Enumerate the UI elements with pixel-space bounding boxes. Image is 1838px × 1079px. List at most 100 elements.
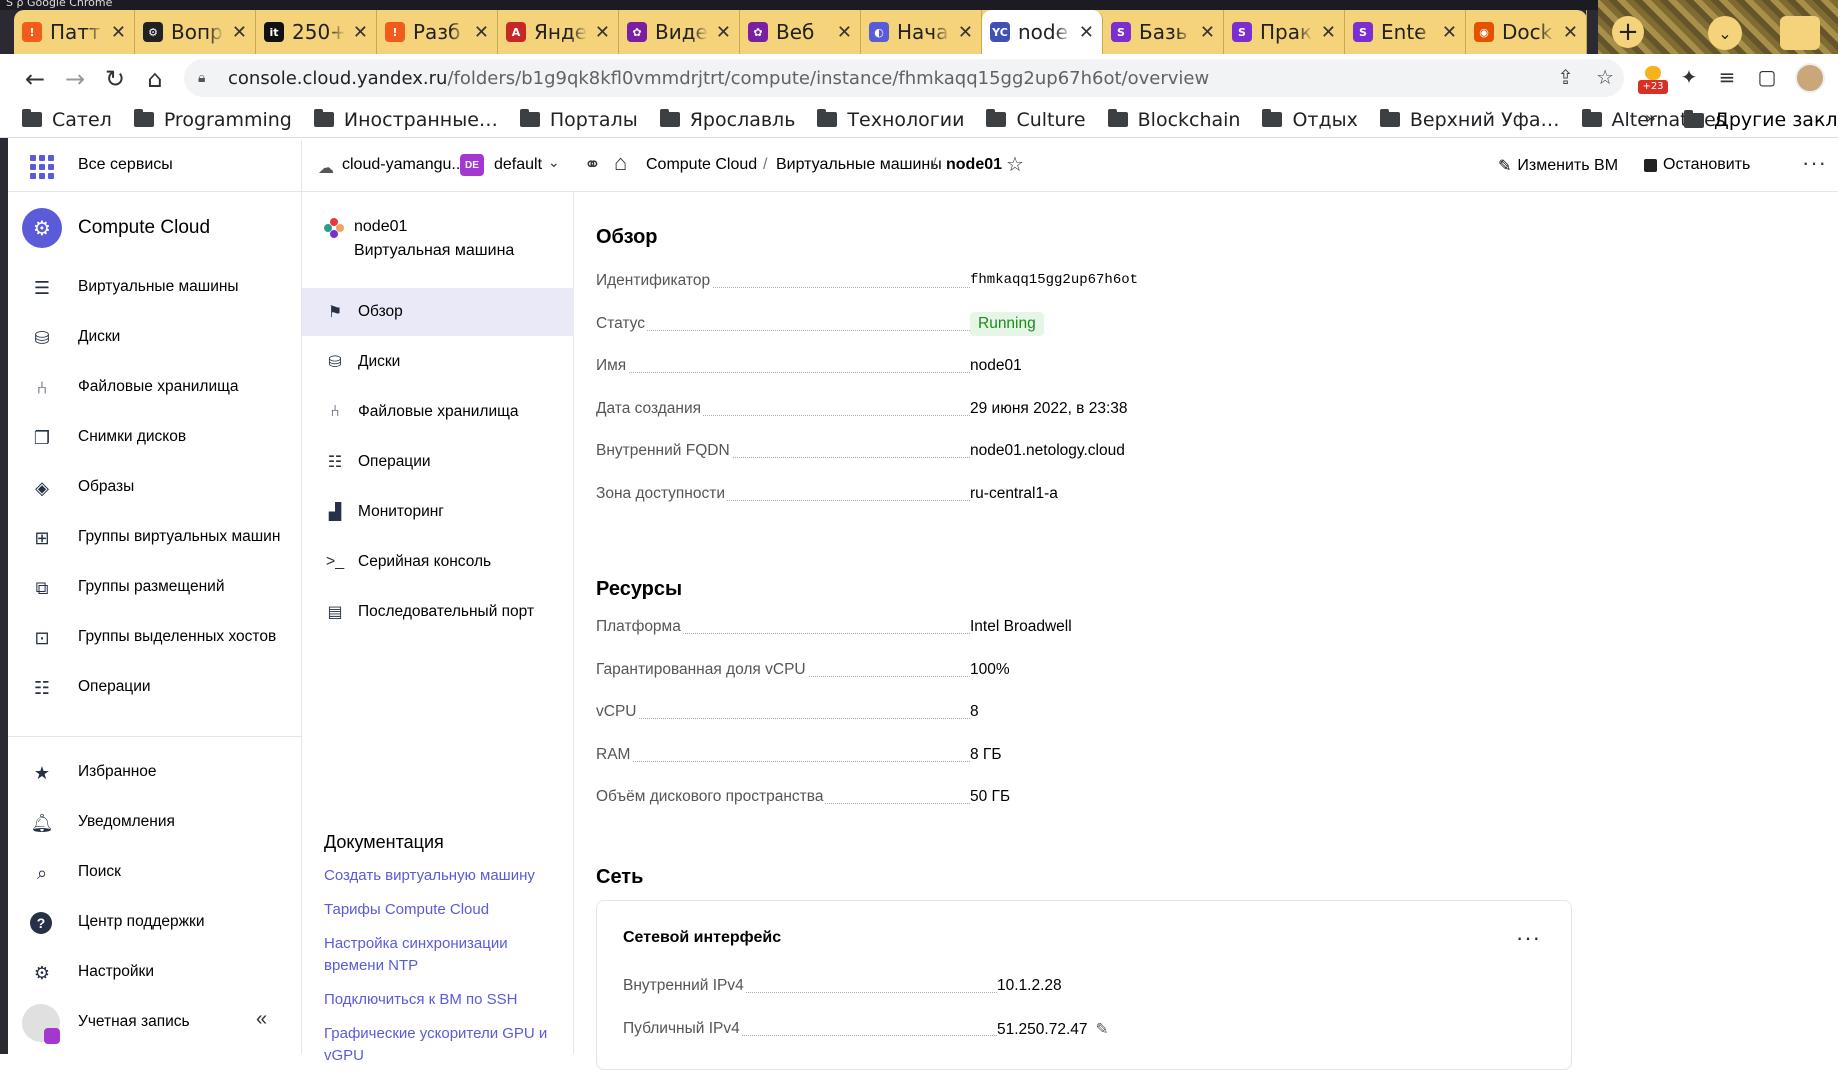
sidebar-item[interactable]: ☰ Виртуальные машины xyxy=(8,265,302,311)
documentation-link[interactable]: Подключиться к ВМ по SSH xyxy=(324,989,564,1011)
tab-close-icon[interactable]: ✕ xyxy=(474,22,489,43)
sidebar-item[interactable]: ⛁ Диски xyxy=(8,315,302,361)
new-tab-button[interactable]: + xyxy=(1612,16,1644,48)
folder-badge: DE xyxy=(460,154,484,176)
sidebar-bottom-item[interactable]: ★ Избранное xyxy=(8,750,302,796)
browser-tab[interactable]: ! Разб ✕ xyxy=(377,10,498,54)
browser-tab[interactable]: S Базь ✕ xyxy=(1103,10,1224,54)
tab-close-icon[interactable]: ✕ xyxy=(716,22,731,43)
chevron-down-icon[interactable]: ⌄ xyxy=(548,154,560,171)
media-control-icon[interactable]: ≡ xyxy=(1712,62,1742,92)
network-interface-title: Сетевой интерфейс xyxy=(623,929,782,946)
bookmark-folder[interactable]: Порталы xyxy=(519,109,638,131)
folder-selector[interactable]: default xyxy=(494,156,542,174)
documentation-link[interactable]: Тарифы Compute Cloud xyxy=(324,899,564,921)
browser-tab[interactable]: ! Патт ✕ xyxy=(14,10,135,54)
browser-tab[interactable]: ◉ Dock ✕ xyxy=(1466,10,1587,54)
tab-close-icon[interactable]: ✕ xyxy=(595,22,610,43)
sidebar-item[interactable]: ⊡ Группы выделенных хостов xyxy=(8,615,302,661)
collapse-sidebar-icon[interactable]: « xyxy=(256,1008,267,1031)
home-icon[interactable]: ⌂ xyxy=(614,150,627,176)
tab-close-icon[interactable]: ✕ xyxy=(1200,22,1215,43)
tab-close-icon[interactable]: ✕ xyxy=(1563,22,1578,43)
sidebar-item[interactable]: ☷ Операции xyxy=(8,665,302,711)
edit-vm-button[interactable]: ✎ Изменить ВМ xyxy=(1498,156,1618,176)
vm-tab-1[interactable]: ⚑ Обзор xyxy=(302,288,574,336)
bookmark-folder[interactable]: Отдых xyxy=(1262,109,1358,131)
browser-tab[interactable]: ◐ Нача ✕ xyxy=(861,10,982,54)
bookmark-folder[interactable]: Programming xyxy=(133,109,292,131)
side-panel-icon[interactable]: ▢ xyxy=(1752,62,1782,92)
documentation-link[interactable]: Графические ускорители GPU и vGPU xyxy=(324,1023,564,1067)
bookmark-folder[interactable]: Culture xyxy=(986,109,1086,131)
back-icon[interactable]: ← xyxy=(18,62,52,96)
vm-tab-6[interactable]: >_ Серийная консоль xyxy=(302,538,574,586)
reload-icon[interactable]: ↻ xyxy=(98,62,132,96)
browser-tab[interactable]: ⚙ Вопр ✕ xyxy=(135,10,256,54)
documentation-link[interactable]: Создать виртуальную машину xyxy=(324,865,564,887)
profile-avatar[interactable] xyxy=(1795,63,1825,93)
vm-tab-4[interactable]: ☷ Операции xyxy=(302,438,574,486)
breadcrumb-compute-cloud[interactable]: Compute Cloud xyxy=(646,156,757,174)
tab-search-button[interactable]: ⌄ xyxy=(1708,16,1742,50)
sidebar-bottom-item[interactable]: ⚙ Настройки xyxy=(8,950,302,996)
sidebar-bottom-item[interactable]: 🔔︎ Уведомления xyxy=(8,800,302,846)
bookmark-folder[interactable]: Blockchain xyxy=(1107,109,1240,131)
cloud-selector[interactable]: cloud-yamangu... xyxy=(342,156,465,174)
sidebar-item[interactable]: ⧉ Группы размещений xyxy=(8,565,302,611)
share-icon[interactable]: ⇪ xyxy=(1557,65,1574,89)
tab-close-icon[interactable]: ✕ xyxy=(1442,22,1457,43)
sidebar-item[interactable]: ⑃ Файловые хранилища xyxy=(8,365,302,411)
tab-close-icon[interactable]: ✕ xyxy=(111,22,126,43)
browser-tab[interactable]: YC node ✕ xyxy=(982,10,1103,54)
extension-weather-icon[interactable]: +23 xyxy=(1638,66,1668,94)
network-interface-menu-button[interactable]: ··· xyxy=(1516,925,1541,951)
favorite-star-icon[interactable]: ☆ xyxy=(1006,152,1024,177)
bookmark-folder[interactable]: Технологии xyxy=(817,109,964,131)
sidebar-item[interactable]: ◈ Образы xyxy=(8,465,302,511)
service-title[interactable]: ⚙ Compute Cloud xyxy=(22,206,210,250)
sidebar-item[interactable]: ❐ Снимки дисков xyxy=(8,415,302,461)
browser-tab[interactable]: ✿ Виде ✕ xyxy=(619,10,740,54)
bookmark-label: Другие заклад xyxy=(1714,109,1838,131)
bookmarks-overflow-button[interactable]: » xyxy=(1645,108,1656,129)
more-actions-button[interactable]: ··· xyxy=(1802,150,1827,176)
browser-tab[interactable]: it 250+ ✕ xyxy=(256,10,377,54)
sidebar-bottom-item[interactable]: ⌕ Поиск xyxy=(8,850,302,896)
browser-tab[interactable]: S Прак ✕ xyxy=(1224,10,1345,54)
address-bar[interactable]: 🔒︎ console.cloud.yandex.ru/folders/b1g9q… xyxy=(184,59,1624,97)
bookmark-folder[interactable]: Иностранные… xyxy=(313,109,498,131)
tab-close-icon[interactable]: ✕ xyxy=(1079,22,1094,43)
tab-close-icon[interactable]: ✕ xyxy=(1321,22,1336,43)
vm-tab-7[interactable]: ▤ Последовательный порт xyxy=(302,588,574,636)
tab-close-icon[interactable]: ✕ xyxy=(958,22,973,43)
home-icon[interactable]: ⌂ xyxy=(138,62,172,96)
tab-close-icon[interactable]: ✕ xyxy=(837,22,852,43)
forward-icon[interactable]: → xyxy=(58,62,92,96)
browser-tab[interactable]: A Янде ✕ xyxy=(498,10,619,54)
bookmark-other-folder[interactable]: Другие заклад xyxy=(1684,102,1838,138)
stop-vm-button[interactable]: Остановить xyxy=(1644,156,1750,174)
tab-title: Вопр xyxy=(171,20,223,44)
field-key: Публичный IPv4 xyxy=(623,1019,742,1038)
bookmark-folder[interactable]: Верхний Уфа… xyxy=(1379,109,1560,131)
documentation-link[interactable]: Настройка синхронизации времени NTP xyxy=(324,933,564,977)
bookmark-star-icon[interactable]: ☆ xyxy=(1596,65,1614,89)
vm-tab-5[interactable]: ▟ Мониторинг xyxy=(302,488,574,536)
breadcrumb-virtual-machines[interactable]: Виртуальные машины xyxy=(776,156,942,174)
pencil-icon[interactable]: ✎ xyxy=(1096,1021,1109,1038)
all-services-button[interactable]: Все сервисы xyxy=(8,140,302,192)
resource-hub-icon[interactable]: ⚭ xyxy=(584,152,601,177)
tab-close-icon[interactable]: ✕ xyxy=(353,22,368,43)
tab-close-icon[interactable]: ✕ xyxy=(232,22,247,43)
vm-tab-2[interactable]: ⛁ Диски xyxy=(302,338,574,386)
extensions-puzzle-icon[interactable]: ✦ xyxy=(1674,62,1704,92)
sidebar-item[interactable]: ⊞ Группы виртуальных машин xyxy=(8,515,302,561)
browser-tab[interactable]: ✿ Веб ✕ xyxy=(740,10,861,54)
bookmark-folder[interactable]: Сател xyxy=(22,109,112,131)
vm-tab-3[interactable]: ⑃ Файловые хранилища xyxy=(302,388,574,436)
window-controls[interactable] xyxy=(1780,16,1820,50)
browser-tab[interactable]: S Ente ✕ xyxy=(1345,10,1466,54)
sidebar-bottom-item[interactable]: ? Центр поддержки xyxy=(8,900,302,946)
bookmark-folder[interactable]: Ярославль xyxy=(659,109,795,131)
